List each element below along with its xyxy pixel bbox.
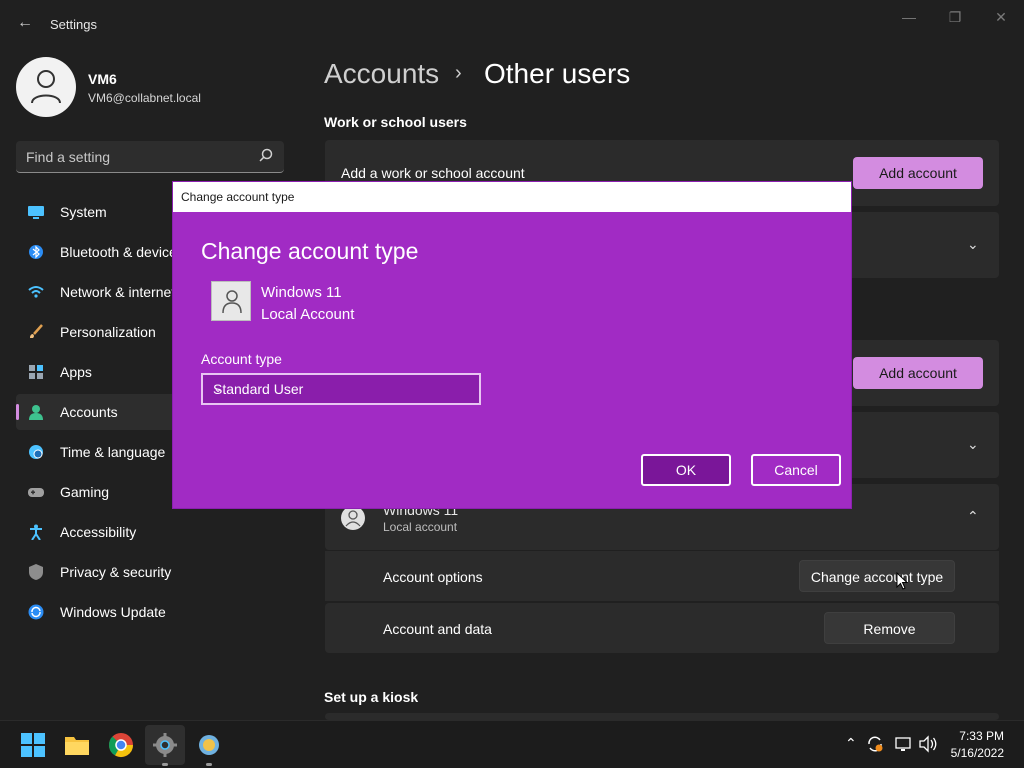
avatar[interactable] xyxy=(16,57,76,117)
add-other-user-button[interactable]: Add account xyxy=(853,357,983,389)
account-data-label: Account and data xyxy=(383,621,492,637)
sidebar-item-accessibility[interactable]: Accessibility xyxy=(16,514,284,550)
search-box[interactable]: Find a setting xyxy=(16,141,284,173)
network-icon[interactable] xyxy=(894,735,912,753)
person-icon xyxy=(31,70,61,104)
dialog-user-type: Local Account xyxy=(261,306,355,323)
shield-icon xyxy=(29,564,43,580)
running-indicator xyxy=(162,763,168,766)
close-icon[interactable]: ✕ xyxy=(978,6,1024,28)
sync-icon[interactable] xyxy=(866,735,884,753)
sidebar-item-label: Accounts xyxy=(60,404,118,420)
page-title: Other users xyxy=(484,58,631,89)
search-input[interactable]: Find a setting xyxy=(26,149,110,165)
apps-icon xyxy=(29,365,43,379)
profile-name: VM6 xyxy=(88,71,117,87)
file-explorer-icon[interactable] xyxy=(63,731,91,759)
sidebar-item-label: Windows Update xyxy=(60,604,166,620)
account-options-label: Account options xyxy=(383,569,483,585)
accessibility-icon xyxy=(30,524,42,540)
sidebar-item-label: Network & internet xyxy=(60,284,176,300)
change-account-type-button[interactable]: Change account type xyxy=(799,560,955,592)
account-type-select[interactable]: Standard User ⌄ xyxy=(201,373,481,405)
dialog-heading: Change account type xyxy=(201,238,419,264)
kiosk-section-title: Set up a kiosk xyxy=(324,689,419,705)
title-bar: ← Settings — ❐ ✕ xyxy=(0,0,1024,48)
add-work-account-button[interactable]: Add account xyxy=(853,157,983,189)
ok-button[interactable]: OK xyxy=(641,454,731,486)
clock-time[interactable]: 7:33 PM xyxy=(959,729,1004,743)
bluetooth-icon xyxy=(29,245,43,259)
sidebar-item-label: Apps xyxy=(60,364,92,380)
profile-email: VM6@collabnet.local xyxy=(88,91,201,105)
breadcrumb-accounts[interactable]: Accounts xyxy=(324,58,439,90)
sidebar-item-label: Time & language xyxy=(60,444,166,460)
sidebar-item-label: Accessibility xyxy=(60,524,137,540)
dialog-user-name: Windows 11 xyxy=(261,284,342,301)
person-icon xyxy=(29,405,43,420)
chevron-down-icon: ⌄ xyxy=(213,381,224,395)
account-type-label: Account type xyxy=(201,351,282,367)
taskbar: ⌃ 7:33 PM 5/16/2022 xyxy=(0,720,1024,768)
clock-date[interactable]: 5/16/2022 xyxy=(951,746,1004,760)
mouse-cursor-icon xyxy=(896,572,908,590)
user-row-type: Local account xyxy=(383,520,458,534)
sidebar-item-label: Privacy & security xyxy=(60,564,172,580)
sidebar-item-windows-update[interactable]: Windows Update xyxy=(16,594,284,630)
sidebar-item-label: Gaming xyxy=(60,484,110,500)
breadcrumb-separator: › xyxy=(455,62,462,84)
settings-gear-icon[interactable] xyxy=(151,731,179,759)
brush-icon xyxy=(30,324,43,338)
remove-button[interactable]: Remove xyxy=(824,612,955,644)
sidebar-item-label: System xyxy=(60,204,107,220)
sidebar-item-label: Bluetooth & devices xyxy=(60,244,184,260)
minimize-icon[interactable]: — xyxy=(886,6,932,28)
back-arrow-icon[interactable]: ← xyxy=(14,12,36,34)
account-data-row: Account and data Remove xyxy=(325,603,999,653)
chrome-icon[interactable] xyxy=(107,731,135,759)
change-account-type-dialog: Change account type Change account type … xyxy=(172,181,852,509)
windows-start-icon[interactable] xyxy=(19,731,47,759)
work-section-title: Work or school users xyxy=(324,114,467,130)
volume-icon[interactable] xyxy=(918,735,938,753)
gamepad-icon xyxy=(28,488,44,497)
cancel-button[interactable]: Cancel xyxy=(751,454,841,486)
sidebar-item-label: Personalization xyxy=(60,324,156,340)
search-icon[interactable] xyxy=(258,148,274,164)
globe-clock-icon xyxy=(29,445,43,459)
monitor-icon xyxy=(28,206,44,219)
running-indicator xyxy=(206,763,212,766)
wifi-icon xyxy=(28,286,44,298)
work-account-label: Add a work or school account xyxy=(341,165,525,181)
chevron-up-icon[interactable]: ⌃ xyxy=(967,508,981,524)
dialog-title-bar[interactable]: Change account type xyxy=(173,182,851,212)
dialog-window-title: Change account type xyxy=(181,190,295,204)
kiosk-card[interactable] xyxy=(325,713,999,720)
app-title: Settings xyxy=(50,17,97,32)
sidebar-item-privacy[interactable]: Privacy & security xyxy=(16,554,284,590)
user-tile xyxy=(211,281,251,321)
restore-icon[interactable]: ❐ xyxy=(932,6,978,28)
app-icon[interactable] xyxy=(195,731,223,759)
chevron-down-icon[interactable]: ⌄ xyxy=(967,236,981,252)
user-avatar-icon xyxy=(341,506,365,530)
chevron-down-icon[interactable]: ⌄ xyxy=(967,436,981,452)
chevron-up-icon[interactable]: ⌃ xyxy=(845,735,857,752)
update-icon xyxy=(28,604,44,620)
person-icon xyxy=(222,290,242,314)
